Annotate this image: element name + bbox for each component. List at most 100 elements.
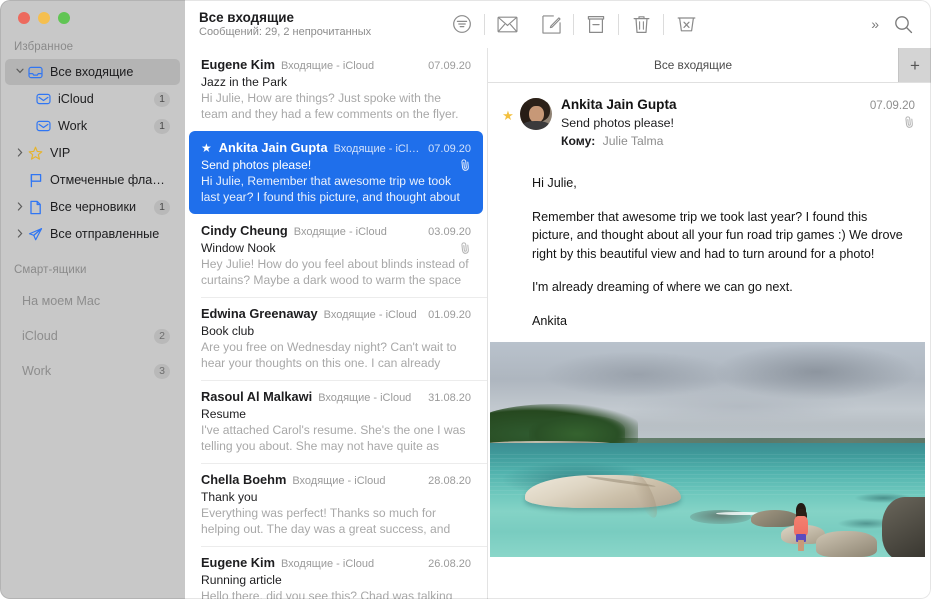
- minimize-button[interactable]: [38, 12, 50, 24]
- message-mailbox: Входящие - iCloud: [324, 307, 423, 323]
- list-item[interactable]: Eugene Kim Входящие - iCloud 26.08.20 Ru…: [185, 546, 487, 599]
- body-paragraph: Hi Julie,: [532, 174, 911, 193]
- message-date: 01.09.20: [428, 307, 471, 323]
- sidebar-item-flagged[interactable]: Отмеченные флажком: [5, 167, 180, 193]
- body-paragraph: Remember that awesome trip we took last …: [532, 208, 911, 264]
- message-subject: Running article: [201, 572, 282, 589]
- message-sender: Chella Boehm: [201, 472, 286, 488]
- sidebar-item-label: Все входящие: [50, 65, 133, 79]
- message-mailbox: Входящие - iCloud: [334, 141, 423, 157]
- unread-badge: 3: [154, 364, 170, 379]
- sidebar-item-smart-icloud[interactable]: iCloud 2: [5, 323, 180, 349]
- message-header-info: Ankita Jain Gupta 07.09.20 Send photos p…: [561, 95, 915, 150]
- avatar: [520, 98, 552, 130]
- message-date: 31.08.20: [428, 390, 471, 406]
- message-subject: Resume: [201, 406, 246, 423]
- sidebar-item-work[interactable]: Work 1: [5, 113, 180, 139]
- sidebar-item-smart-work[interactable]: Work 3: [5, 358, 180, 384]
- sidebar-item-label: Все отправленные: [50, 227, 159, 241]
- filter-icon[interactable]: [440, 9, 484, 39]
- mark-unread-envelope-icon[interactable]: [485, 9, 529, 39]
- chevron-down-icon[interactable]: [13, 67, 26, 77]
- new-tab-button[interactable]: +: [898, 48, 931, 82]
- body-paragraph: Ankita: [532, 312, 911, 331]
- overflow-chevrons-icon[interactable]: »: [865, 16, 883, 32]
- sidebar-item-label: Отмеченные флажком: [50, 173, 170, 187]
- message-preview: Hi Julie, Remember that awesome trip we …: [201, 174, 471, 205]
- sidebar-item-label: Work: [58, 119, 87, 133]
- main-content: Все входящие Сообщений: 29, 2 непрочитан…: [185, 0, 931, 599]
- flag-icon: [26, 173, 45, 188]
- inbox-tray-icon: [26, 66, 45, 79]
- tropical-beach-photo[interactable]: [490, 342, 925, 557]
- sidebar-item-label: Все черновики: [50, 200, 136, 214]
- tab-all-inboxes[interactable]: Все входящие: [488, 48, 898, 82]
- paper-plane-icon: [26, 227, 45, 242]
- chevron-right-icon[interactable]: [13, 229, 26, 240]
- trash-icon[interactable]: [619, 9, 663, 39]
- close-button[interactable]: [18, 12, 30, 24]
- list-item[interactable]: Chella Boehm Входящие - iCloud 28.08.20 …: [185, 463, 487, 546]
- message-list[interactable]: Eugene Kim Входящие - iCloud 07.09.20 Ja…: [185, 48, 488, 599]
- list-item[interactable]: Edwina Greenaway Входящие - iCloud 01.09…: [185, 297, 487, 380]
- message-mailbox: Входящие - iCloud: [294, 224, 422, 240]
- sidebar: Избранное Все входящие iCloud 1: [0, 0, 185, 599]
- sidebar-item-all-drafts[interactable]: Все черновики 1: [5, 194, 180, 220]
- message-preview: Hello there, did you see this? Chad was …: [201, 589, 471, 599]
- junk-icon[interactable]: [664, 9, 708, 39]
- body-paragraph: I'm already dreaming of where we can go …: [532, 278, 911, 297]
- recipient-label: Кому:: [561, 134, 595, 148]
- recipient-value[interactable]: Julie Talma: [603, 134, 664, 148]
- search-icon[interactable]: [887, 9, 919, 39]
- list-item[interactable]: Rasoul Al Malkawi Входящие - iCloud 31.0…: [185, 380, 487, 463]
- toolbar-title-block: Все входящие Сообщений: 29, 2 непрочитан…: [185, 10, 440, 39]
- list-item-selected[interactable]: ★ Ankita Jain Gupta Входящие - iCloud 07…: [189, 131, 483, 214]
- message-preview: I've attached Carol's resume. She's the …: [201, 423, 471, 454]
- sidebar-item-vip[interactable]: VIP: [5, 140, 180, 166]
- recipient-row: Кому: Julie Talma: [561, 132, 915, 150]
- attachment-paperclip-icon: [459, 157, 472, 174]
- star-icon[interactable]: ★: [500, 95, 516, 124]
- message-preview: Hi Julie, How are things? Just spoke wit…: [201, 91, 471, 122]
- star-outline-icon: [26, 146, 45, 161]
- message-subject: Jazz in the Park: [201, 74, 287, 91]
- message-subject: Send photos please!: [201, 157, 311, 174]
- reading-pane: Все входящие + ★ Ankita Jain Gupta: [488, 48, 931, 599]
- sidebar-item-all-inboxes[interactable]: Все входящие: [5, 59, 180, 85]
- chevron-right-icon[interactable]: [13, 202, 26, 213]
- star-icon[interactable]: ★: [201, 140, 212, 156]
- message-mailbox: Входящие - iCloud: [318, 390, 422, 406]
- draft-page-icon: [26, 200, 45, 215]
- message-sender: Eugene Kim: [201, 555, 275, 571]
- message-sender: Ankita Jain Gupta: [561, 95, 677, 114]
- sidebar-item-icloud[interactable]: iCloud 1: [5, 86, 180, 112]
- content-split: Eugene Kim Входящие - iCloud 07.09.20 Ja…: [185, 48, 931, 599]
- attachment-paperclip-icon: [459, 240, 472, 257]
- message-mailbox: Входящие - iCloud: [292, 473, 422, 489]
- person-in-photo: [792, 503, 809, 550]
- list-item[interactable]: Eugene Kim Входящие - iCloud 07.09.20 Ja…: [185, 48, 487, 131]
- unread-badge: 1: [154, 119, 170, 134]
- compose-icon[interactable]: [529, 9, 573, 39]
- list-item[interactable]: Cindy Cheung Входящие - iCloud 03.09.20 …: [185, 214, 487, 297]
- sidebar-item-all-sent[interactable]: Все отправленные: [5, 221, 180, 247]
- sidebar-item-label: VIP: [50, 146, 70, 160]
- toolbar: Все входящие Сообщений: 29, 2 непрочитан…: [185, 0, 931, 48]
- tab-bar: Все входящие +: [488, 48, 931, 83]
- message-body: Hi Julie, Remember that awesome trip we …: [488, 158, 931, 334]
- sidebar-item-label: На моем Mac: [13, 294, 100, 308]
- sidebar-item-on-my-mac[interactable]: На моем Mac: [5, 288, 180, 314]
- message-sender: Eugene Kim: [201, 57, 275, 73]
- message-date: 07.09.20: [870, 99, 915, 112]
- attachment-area: [490, 342, 925, 599]
- sidebar-spacer: [0, 248, 185, 259]
- maximize-button[interactable]: [58, 12, 70, 24]
- message-date: 03.09.20: [428, 224, 471, 240]
- chevron-right-icon[interactable]: [13, 148, 26, 159]
- sidebar-item-label: Work: [13, 364, 51, 378]
- attachment-paperclip-icon[interactable]: [903, 114, 916, 131]
- mail-window: Избранное Все входящие iCloud 1: [0, 0, 931, 599]
- archive-icon[interactable]: [574, 9, 618, 39]
- message-mailbox: Входящие - iCloud: [281, 58, 422, 74]
- message-date: 26.08.20: [428, 556, 471, 572]
